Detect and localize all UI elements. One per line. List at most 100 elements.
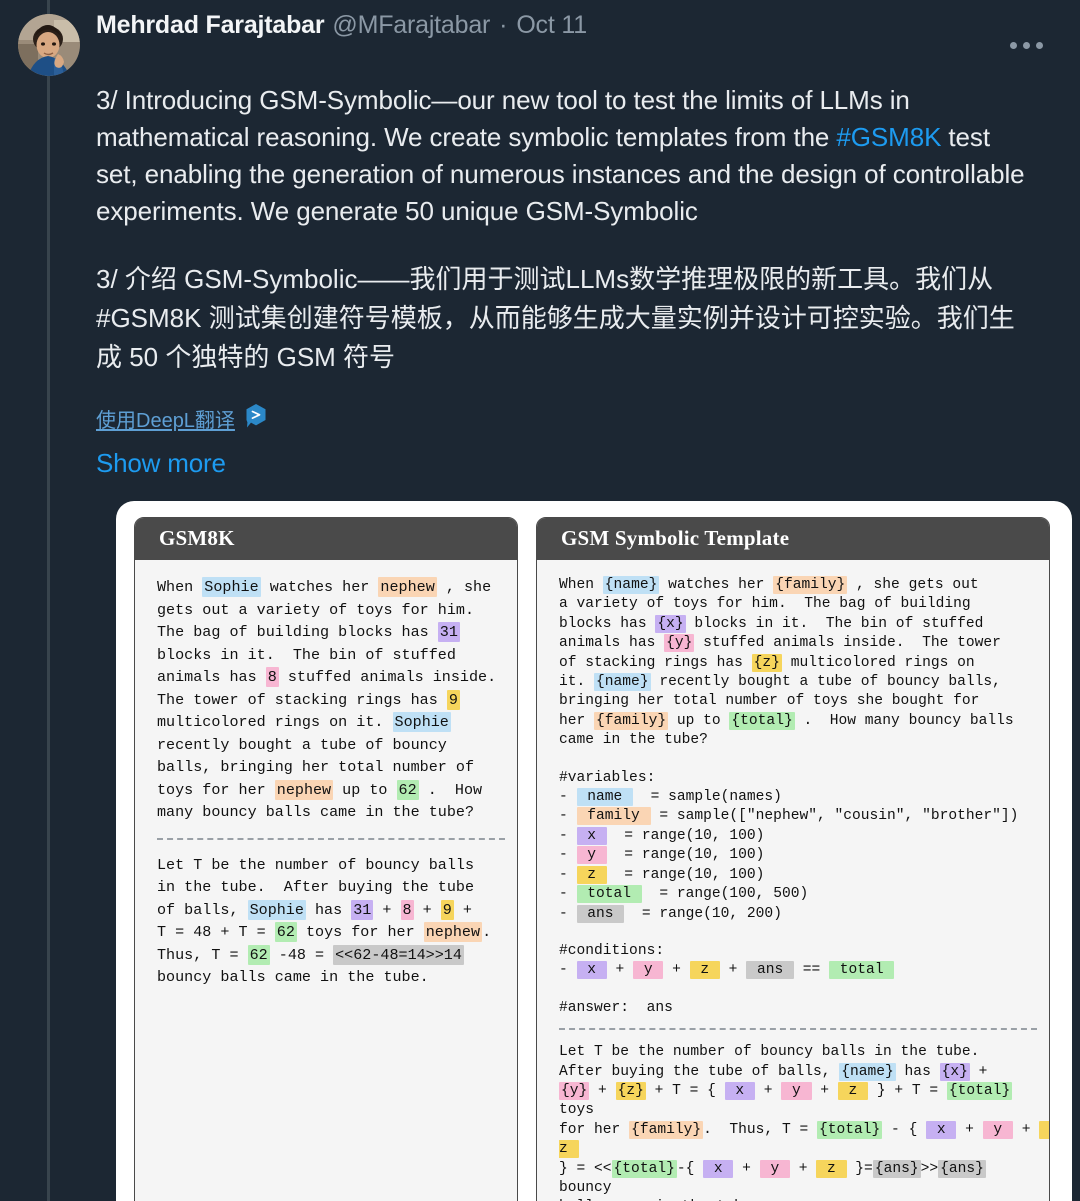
highlight-blue: Sophie [247,899,306,920]
tweet-text-english: 3/ Introducing GSM-Symbolic—our new tool… [96,82,1028,230]
variable-name-family: family [576,807,651,826]
author-display-name[interactable]: Mehrdad Farajtabar [96,10,325,40]
gsm-symbolic-panel-body: When {name} watches her {family} , she g… [537,560,1049,1201]
highlight-pink: {y} [664,634,695,653]
ellipsis-dot-icon [1022,41,1030,49]
highlight-peach: nephew [378,577,437,597]
variable-row: - z = range(10, 100) [559,865,765,884]
tweet-media-card[interactable]: GSM8K When Sophie watches her nephew , s… [116,501,1072,1201]
avatar[interactable] [18,14,80,76]
highlight-peach: {family} [773,576,848,594]
highlight-blue: {name} [602,576,660,594]
author-handle[interactable]: @MFarajtabar [332,10,490,40]
highlight-pink: y [633,961,664,980]
hashtag-gsm8k[interactable]: #GSM8K [836,122,941,152]
variable-row: - total = range(100, 500) [559,885,809,904]
variable-name-y: y [576,846,607,865]
highlight-blue: Sophie [392,712,451,732]
tweet-date[interactable]: Oct 11 [516,10,587,40]
gsm8k-panel-title: GSM8K [135,518,517,560]
highlight-green: {total} [729,711,795,730]
highlight-pink: {y} [559,1081,590,1100]
highlight-green: {total} [946,1081,1013,1100]
highlight-yellow: 9 [440,899,454,920]
highlight-green: 62 [274,922,297,942]
highlight-green: {total} [816,1120,883,1139]
variables-header: #variables: [559,769,656,786]
variable-row: - name = sample(names) [559,788,782,807]
variable-name-ans: ans [576,904,625,923]
highlight-yellow: {z} [751,653,782,672]
gsm8k-panel-body: When Sophie watches her nephew , she get… [135,560,517,1201]
highlight-gray: <<62-48=14>>14 [333,944,464,965]
highlight-pink: 8 [265,667,279,687]
variable-row: - x = range(10, 100) [559,826,765,845]
highlight-peach: {family} [594,711,669,730]
highlight-purple: {x} [655,614,686,633]
separator-dot: · [499,11,508,39]
highlight-gray: ans [746,961,794,980]
ellipsis-dot-icon [1009,41,1017,49]
tweet-header: Mehrdad Farajtabar @MFarajtabar · Oct 11 [16,10,1064,76]
conditions-line: - x + y + z + ans == total [559,961,895,980]
highlight-yellow: z [837,1081,869,1100]
highlight-purple: x [703,1159,734,1178]
deepl-attribution-row: 使用DeepL翻译 [96,403,1028,434]
highlight-yellow: {z} [615,1081,646,1100]
variable-name-x: x [576,826,607,845]
highlight-peach: nephew [274,779,334,800]
highlight-yellow: z [816,1159,847,1178]
gsm8k-problem-text: When Sophie watches her nephew , she get… [157,577,497,821]
conditions-header: #conditions: [559,942,665,959]
variable-name-total: total [576,885,642,904]
tweet-text-en-part1: 3/ Introducing GSM-Symbolic—our new tool… [96,85,910,152]
variable-name-z: z [576,865,607,884]
tweet-body: 3/ Introducing GSM-Symbolic—our new tool… [96,82,1072,1201]
highlight-purple: x [576,961,607,980]
highlight-purple: x [926,1120,957,1139]
highlight-green: {total} [611,1159,677,1178]
highlight-pink: 8 [400,899,414,920]
highlight-yellow: 9 [446,689,460,710]
author-line: Mehrdad Farajtabar @MFarajtabar · Oct 11 [96,10,1064,40]
highlight-gray: {ans} [938,1159,986,1178]
highlight-pink: y [759,1159,790,1178]
highlight-green: 62 [247,944,270,965]
deepl-translate-link[interactable]: 使用DeepL翻译 [96,404,235,433]
thread-connector-line [47,0,50,1201]
tweet-text-chinese: 3/ 介绍 GSM-Symbolic——我们用于测试LLMs数学推理极限的新工具… [96,264,1015,372]
highlight-blue: {name} [594,673,651,692]
highlight-purple: 31 [437,622,460,642]
highlight-peach: nephew [423,922,483,942]
variable-row: - family = sample(["nephew", "cousin", "… [559,807,1019,826]
highlight-green: total [829,961,895,980]
variable-row: - y = range(10, 100) [559,846,765,865]
gsm8k-solution-text: Let T be the number of bouncy balls in t… [157,855,492,987]
highlight-blue: {name} [839,1062,896,1081]
highlight-purple: 31 [351,899,374,920]
ellipsis-dot-icon [1035,41,1043,49]
avatar-image [18,14,80,76]
highlight-yellow: z [689,961,720,980]
gsm-symbolic-template-panel: GSM Symbolic Template When {name} watche… [536,517,1050,1201]
template-problem-text: When {name} watches her {family} , she g… [559,576,1014,749]
answer-line: #answer: ans [559,999,673,1016]
highlight-gray: {ans} [872,1159,921,1178]
highlight-purple: x [724,1081,755,1100]
gsm-symbolic-panel-title: GSM Symbolic Template [537,518,1049,560]
deepl-logo-icon [245,403,267,434]
variable-row: - ans = range(10, 200) [559,904,782,923]
variable-name-name: name [576,788,634,807]
highlight-green: 62 [396,779,419,800]
variables-list: - name = sample(names) - family = sample(… [559,788,1037,924]
tweet-container: Mehrdad Farajtabar @MFarajtabar · Oct 11… [0,0,1080,1201]
show-more-link[interactable]: Show more [96,448,226,479]
more-options-button[interactable] [1006,32,1046,58]
gsm8k-panel: GSM8K When Sophie watches her nephew , s… [134,517,518,1201]
highlight-purple: {x} [939,1062,970,1081]
highlight-blue: Sophie [202,577,261,597]
highlight-pink: y [982,1120,1013,1139]
